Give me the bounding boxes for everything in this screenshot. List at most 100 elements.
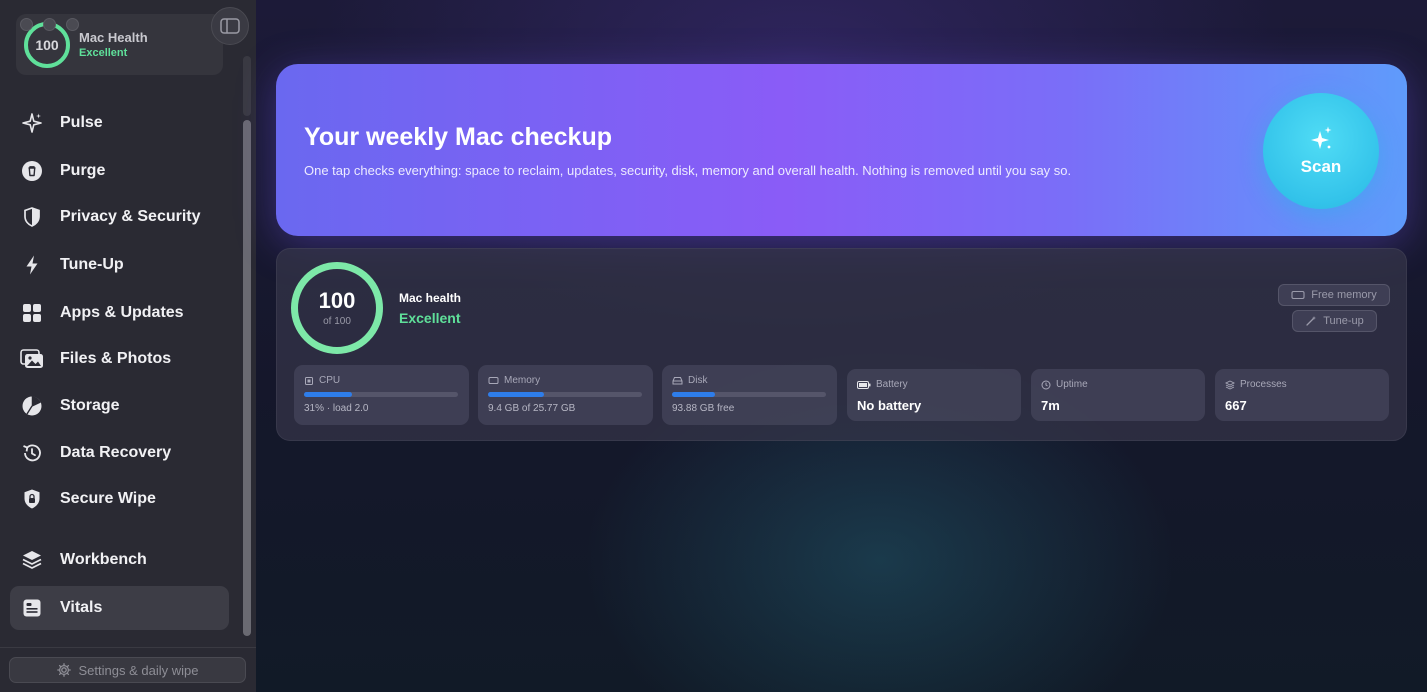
battery-value: No battery [857, 398, 922, 413]
disk-progress-bar [672, 392, 826, 397]
memory-chip-icon [1291, 290, 1305, 300]
settings-daily-wipe-button[interactable]: Settings & daily wipe [9, 657, 246, 683]
history-icon [20, 441, 44, 465]
sidebar-item-apps-updates[interactable]: Apps & Updates [10, 291, 229, 335]
sidebar-item-privacy-security[interactable]: Privacy & Security [10, 195, 229, 239]
sparkles-icon [20, 111, 44, 135]
health-score: 100 [318, 287, 356, 313]
processes-value: 667 [1225, 398, 1247, 413]
sidebar-item-label: Tune-Up [60, 256, 124, 273]
processes-label: Processes [1240, 379, 1287, 390]
free-memory-button[interactable]: Free memory [1278, 284, 1390, 306]
weekly-checkup-banner: Your weekly Mac checkup One tap checks e… [276, 64, 1407, 236]
gear-icon [56, 663, 71, 677]
health-card-status: Excellent [79, 47, 128, 59]
sidebar-item-label: Storage [60, 397, 120, 414]
disk-stat-header: Disk [672, 375, 707, 386]
memory-progress-fill [488, 392, 545, 397]
mac-health-panel: 100 of 100 Mac health Excellent Free mem… [276, 248, 1407, 441]
memory-stat-header: Memory [488, 375, 540, 386]
wand-icon [1306, 316, 1317, 326]
vitals-icon [20, 596, 44, 620]
sidebar-item-label: Purge [60, 162, 106, 179]
lock-shield-icon [20, 487, 44, 511]
trash-icon [20, 159, 44, 183]
cpu-detail: 31% · load 2.0 [304, 403, 369, 414]
battery-icon [857, 380, 871, 389]
cpu-stat-card: CPU 31% · load 2.0 [294, 365, 469, 425]
disk-detail: 93.88 GB free [672, 403, 735, 414]
free-memory-label: Free memory [1311, 289, 1377, 301]
disk-label: Disk [688, 375, 708, 386]
shield-icon [20, 205, 44, 229]
sidebar-item-data-recovery[interactable]: Data Recovery [10, 431, 229, 475]
clock-icon [1041, 380, 1051, 389]
uptime-stat-card: Uptime 7m [1031, 369, 1205, 421]
battery-stat-card: Battery No battery [847, 369, 1021, 421]
sidebar: 100 Mac Health Excellent Pulse Purge Pri… [0, 0, 256, 692]
scan-button-label: Scan [1300, 157, 1342, 176]
sidebar-scroll-track [243, 56, 251, 116]
sidebar-item-label: Pulse [60, 114, 103, 131]
memory-label: Memory [504, 375, 541, 386]
health-score: 100 [35, 37, 59, 53]
zoom-window-button[interactable] [66, 18, 79, 31]
sidebar-item-purge[interactable]: Purge [10, 149, 229, 193]
health-score-ring: 100 of 100 [291, 262, 383, 354]
hero-title: Your weekly Mac checkup [304, 123, 612, 151]
sidebar-item-secure-wipe[interactable]: Secure Wipe [10, 477, 229, 521]
scan-button[interactable]: Scan [1263, 93, 1379, 209]
uptime-value: 7m [1041, 398, 1060, 413]
sidebar-item-label: Data Recovery [60, 444, 172, 461]
sparkles-icon [1311, 126, 1332, 149]
sidebar-item-label: Secure Wipe [60, 490, 156, 507]
close-window-button[interactable] [20, 18, 33, 31]
sidebar-toggle-button[interactable] [211, 7, 249, 45]
layers-icon [20, 548, 44, 572]
battery-label: Battery [876, 379, 908, 390]
pie-chart-icon [20, 394, 44, 418]
sidebar-item-tune-up[interactable]: Tune-Up [10, 243, 229, 287]
sidebar-item-label: Vitals [60, 599, 103, 616]
sidebar-item-label: Files & Photos [60, 350, 172, 367]
cpu-label: CPU [319, 375, 341, 386]
layers-icon [1225, 379, 1235, 390]
cpu-stat-header: CPU [304, 375, 340, 386]
window-controls [20, 18, 79, 31]
sidebar-divider [0, 647, 256, 648]
tune-up-label: Tune-up [1323, 315, 1364, 327]
health-score-max: of 100 [323, 315, 351, 327]
hero-subtitle: One tap checks everything: space to recl… [304, 163, 1072, 178]
sidebar-item-vitals[interactable]: Vitals [10, 586, 229, 630]
memory-chip-icon [488, 377, 499, 384]
uptime-label: Uptime [1056, 379, 1088, 390]
cpu-progress-bar [304, 392, 458, 397]
uptime-stat-header: Uptime [1041, 379, 1088, 390]
memory-stat-card: Memory 9.4 GB of 25.77 GB [478, 365, 653, 425]
sidebar-scrollbar[interactable] [243, 120, 251, 636]
processes-stat-header: Processes [1225, 379, 1287, 390]
health-status: Excellent [399, 310, 461, 326]
minimize-window-button[interactable] [43, 18, 56, 31]
battery-stat-header: Battery [857, 379, 908, 390]
sidebar-item-workbench[interactable]: Workbench [10, 538, 229, 582]
tune-up-button[interactable]: Tune-up [1292, 310, 1377, 332]
disk-stat-card: Disk 93.88 GB free [662, 365, 837, 425]
memory-detail: 9.4 GB of 25.77 GB [488, 403, 576, 414]
cpu-icon [305, 376, 313, 385]
sidebar-item-storage[interactable]: Storage [10, 384, 229, 428]
bolt-icon [20, 253, 44, 277]
sidebar-item-files-photos[interactable]: Files & Photos [10, 337, 229, 381]
sidebar-item-label: Workbench [60, 551, 147, 568]
sidebar-item-pulse[interactable]: Pulse [10, 101, 229, 145]
sidebar-icon [220, 18, 240, 34]
health-card-title: Mac Health [79, 30, 148, 45]
grid-icon [20, 301, 44, 325]
disk-progress-fill [672, 392, 716, 397]
cpu-progress-fill [304, 392, 352, 397]
processes-stat-card: Processes 667 [1215, 369, 1389, 421]
settings-daily-wipe-label: Settings & daily wipe [78, 662, 199, 678]
disk-icon [672, 377, 683, 385]
photos-icon [20, 347, 44, 371]
health-title: Mac health [399, 291, 462, 305]
